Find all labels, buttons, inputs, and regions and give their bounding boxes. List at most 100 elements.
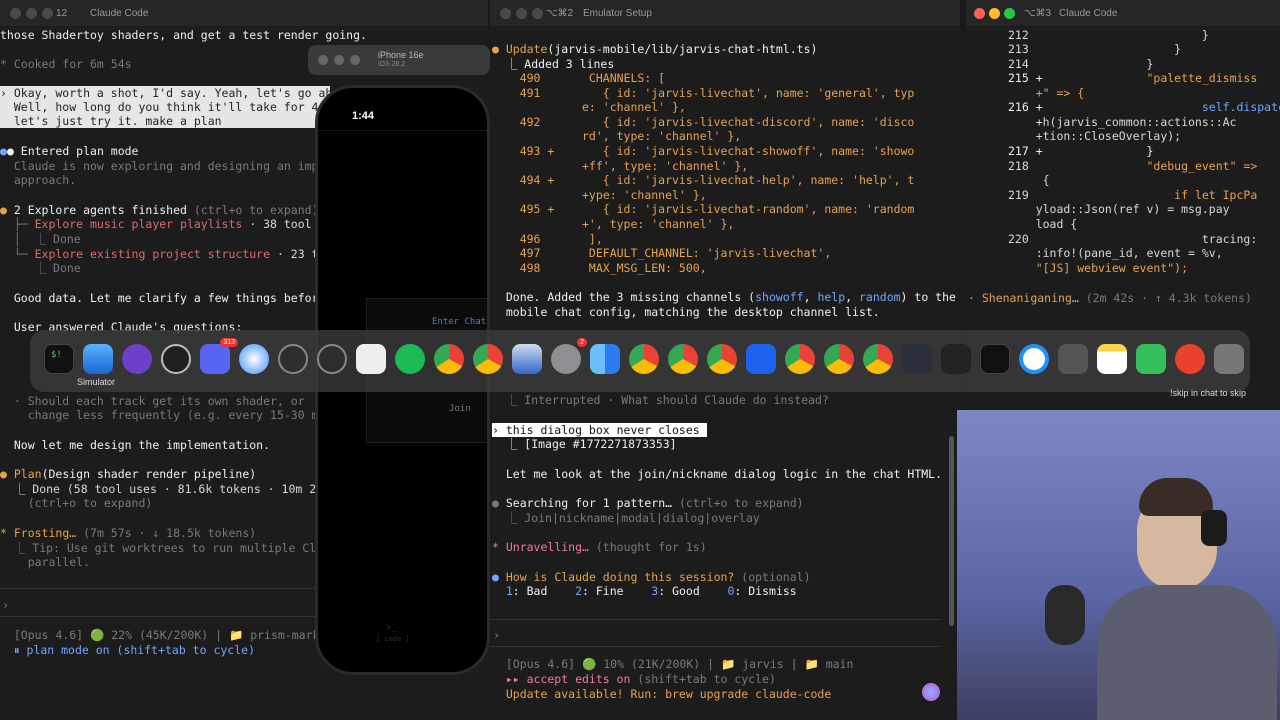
scrivener-icon[interactable]: [1175, 344, 1205, 374]
line: Claude is now exploring and designing an…: [0, 159, 326, 173]
xcode-icon[interactable]: [512, 344, 542, 374]
window-title: Claude Code: [1059, 8, 1118, 19]
zoom-dot-icon[interactable]: [350, 55, 360, 65]
simulator-titlebar[interactable]: iPhone 16e iOS 26.2: [308, 45, 490, 75]
minimize-dot-icon[interactable]: [516, 8, 527, 19]
github-icon[interactable]: [122, 344, 152, 374]
numbers-icon[interactable]: [1136, 344, 1166, 374]
calculator-icon[interactable]: [1058, 344, 1088, 374]
terminal-icon[interactable]: $!: [44, 344, 74, 374]
line: approach.: [0, 173, 77, 187]
input-prompt[interactable]: ›: [2, 598, 9, 612]
chrome-icon-3[interactable]: [629, 344, 659, 374]
code-line: e: 'channel' },: [492, 100, 686, 114]
close-dot-icon[interactable]: [10, 8, 21, 19]
terminal-glyph: >_: [386, 623, 397, 633]
misc-icon[interactable]: [1214, 344, 1244, 374]
headphones-icon: [1201, 510, 1227, 546]
code-line: load {: [1008, 217, 1078, 231]
line: ⎿ Join|nickname|modal|dialog|overlay: [492, 511, 760, 525]
loop-icon[interactable]: [1019, 344, 1049, 374]
zoom-dot-icon[interactable]: [1004, 8, 1015, 19]
chrome-icon-1[interactable]: [434, 344, 464, 374]
arc-icon[interactable]: [902, 344, 932, 374]
mode-line: ▸▸ accept edits on (shift+tab to cycle): [492, 672, 776, 686]
middle-titlebar: ⌥⌘2 Emulator Setup: [490, 0, 960, 26]
code-line-added: +ff', type: 'channel' },: [492, 159, 749, 173]
code-line-added: +tion::CloseOverlay);: [1008, 129, 1182, 143]
chrome-icon-4[interactable]: [668, 344, 698, 374]
scrollbar[interactable]: [949, 436, 954, 626]
minimize-dot-icon[interactable]: [989, 8, 1000, 19]
code-line: 497 DEFAULT_CHANNEL: 'jarvis-livechat',: [492, 246, 832, 260]
line: ⎿ Tip: Use git worktrees to run multiple…: [0, 541, 324, 555]
code-line-added: 215 + "palette_dismiss: [1008, 71, 1258, 85]
chatgpt-icon[interactable]: [161, 344, 191, 374]
feedback-options[interactable]: 1: Bad 2: Fine 3: Good 0: Dismiss: [492, 584, 797, 598]
dock: $! 313 2 Simulator: [30, 330, 1250, 392]
line: └─ Explore existing project structure · …: [0, 247, 319, 261]
input-prompt[interactable]: ›: [493, 628, 500, 642]
cursor-icon[interactable]: [941, 344, 971, 374]
notes-icon[interactable]: [1097, 344, 1127, 374]
chrome-icon-6[interactable]: [785, 344, 815, 374]
close-dot-icon[interactable]: [500, 8, 511, 19]
system-settings-icon[interactable]: 2: [551, 338, 587, 374]
status-line: · Shenaniganing… (2m 42s · ↑ 4.3k tokens…: [968, 291, 1252, 305]
left-titlebar: 12 Claude Code: [0, 0, 488, 26]
code-line: 491 { id: 'jarvis-livechat', name: 'gene…: [492, 86, 915, 100]
close-dot-icon[interactable]: [318, 55, 328, 65]
chrome-icon-5[interactable]: [707, 344, 737, 374]
status-time: 1:44: [352, 110, 375, 122]
zoom-dot-icon[interactable]: [532, 8, 543, 19]
line: * Frosting… (7m 57s · ↓ 18.5k tokens): [0, 526, 257, 540]
settings-alt-icon[interactable]: [317, 344, 347, 374]
assistant-avatar-icon[interactable]: [922, 683, 940, 701]
code-line-added: 494 + { id: 'jarvis-livechat-help', name…: [492, 173, 915, 187]
line: ⎿ Interrupted · What should Claude do in…: [492, 393, 829, 407]
line: Good data. Let me clarify a few things b…: [0, 291, 326, 305]
user-prompt-line: › Okay, worth a shot, I'd say. Yeah, let…: [0, 86, 354, 100]
zoom-dot-icon[interactable]: [42, 8, 53, 19]
safari-icon[interactable]: [239, 344, 269, 374]
notion-icon[interactable]: [356, 344, 386, 374]
simulator-icon[interactable]: [83, 344, 113, 374]
code-hint: [ code ]: [376, 635, 410, 643]
line: mobile chat config, matching the desktop…: [492, 305, 880, 319]
code-line: 213 }: [1008, 42, 1182, 56]
close-dot-icon[interactable]: [974, 8, 985, 19]
line: ● Update(jarvis-mobile/lib/jarvis-chat-h…: [492, 42, 818, 56]
divider: [490, 646, 940, 647]
openai-icon[interactable]: [278, 344, 308, 374]
tab-number: ⌥⌘2: [546, 8, 574, 19]
line: ⎿ Added 3 lines: [492, 57, 615, 71]
skip-hint: !skip in chat to skip: [1170, 388, 1247, 398]
code-line-added: 217 + }: [1008, 144, 1154, 158]
image-reference[interactable]: ⎿ [Image #1772271873353]: [492, 437, 677, 451]
status-line: [Opus 4.6] 🟢 10% (21K/200K) | 📁 jarvis |…: [492, 657, 854, 671]
code-line: 496 ],: [492, 232, 603, 246]
minimize-dot-icon[interactable]: [26, 8, 37, 19]
line: change less frequently (e.g. every 15-30…: [0, 408, 319, 422]
discord-icon[interactable]: 313: [200, 338, 238, 374]
code-line: 490 CHANNELS: [: [492, 71, 666, 85]
code-line-added: +ype: 'channel' },: [492, 188, 707, 202]
code-line: rd', type: 'channel' },: [492, 129, 742, 143]
person-body: [1097, 585, 1277, 720]
code-line-added: +', type: 'channel' },: [492, 217, 735, 231]
code-line-added: +" => {: [1008, 86, 1085, 100]
minimize-dot-icon[interactable]: [334, 55, 344, 65]
chrome-icon-2[interactable]: [473, 344, 503, 374]
code-line: 218 "debug_event" =>: [1008, 159, 1258, 173]
activity-monitor-icon[interactable]: [980, 344, 1010, 374]
line: ● 2 Explore agents finished (ctrl+o to e…: [0, 203, 319, 217]
docker-icon[interactable]: [746, 344, 776, 374]
finder-icon[interactable]: [590, 344, 620, 374]
join-button[interactable]: Join: [449, 404, 471, 414]
code-line: {: [1008, 173, 1050, 187]
spotify-icon[interactable]: [395, 344, 425, 374]
update-line: Update available! Run: brew upgrade clau…: [492, 687, 832, 701]
chrome-icon-8[interactable]: [863, 344, 893, 374]
chrome-icon-7[interactable]: [824, 344, 854, 374]
line: (ctrl+o to expand): [0, 496, 153, 510]
